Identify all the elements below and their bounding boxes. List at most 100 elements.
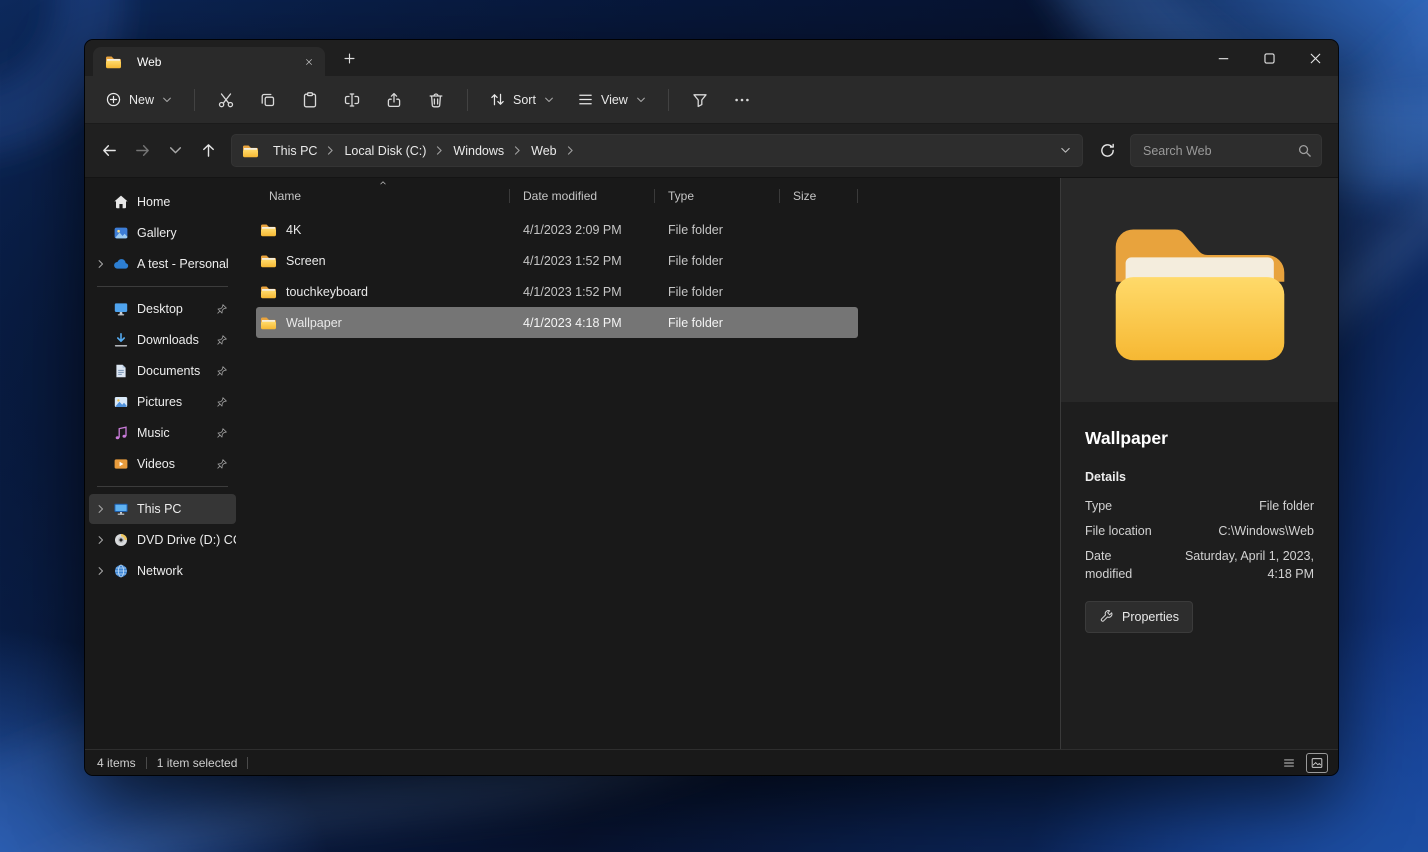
folder-icon: [260, 223, 277, 237]
folder-icon: [260, 316, 277, 330]
detail-field-date-modified: Date modified Saturday, April 1, 2023, 4…: [1085, 547, 1314, 583]
sidebar-item-desktop[interactable]: Desktop: [89, 294, 236, 324]
new-button-label: New: [129, 93, 154, 107]
breadcrumb-windows[interactable]: Windows: [446, 141, 511, 161]
arrow-up-icon: [200, 142, 217, 159]
recent-locations-button[interactable]: [159, 134, 192, 167]
column-header-size[interactable]: Size: [780, 183, 858, 209]
file-row-screen[interactable]: Screen 4/1/2023 1:52 PM File folder: [256, 245, 858, 276]
address-dropdown-button[interactable]: [1052, 138, 1078, 164]
file-row-4k[interactable]: 4K 4/1/2023 2:09 PM File folder: [256, 214, 858, 245]
maximize-icon: [1261, 50, 1278, 67]
sort-ascending-icon: [377, 179, 389, 187]
refresh-button[interactable]: [1091, 134, 1124, 167]
sidebar-item-home[interactable]: Home: [89, 187, 236, 217]
pin-icon: [216, 396, 228, 408]
up-button[interactable]: [192, 134, 225, 167]
filter-button[interactable]: [680, 83, 720, 117]
scissors-icon: [217, 91, 235, 109]
breadcrumb-local-disk-c[interactable]: Local Disk (C:): [337, 141, 433, 161]
details-heading: Details: [1085, 470, 1314, 484]
status-bar: 4 items 1 item selected: [85, 749, 1338, 775]
pin-icon: [216, 427, 228, 439]
maximize-button[interactable]: [1246, 40, 1292, 76]
cut-button[interactable]: [206, 83, 246, 117]
new-item-icon: [105, 91, 122, 108]
share-button[interactable]: [374, 83, 414, 117]
content-area: Home Gallery A test - Personal Desktop: [85, 178, 1338, 749]
sidebar-item-pictures[interactable]: Pictures: [89, 387, 236, 417]
command-bar: New Sort View: [85, 76, 1338, 124]
sidebar-item-dvd-drive[interactable]: DVD Drive (D:) CCC: [89, 525, 236, 555]
copy-icon: [259, 91, 277, 109]
chevron-right-icon: [433, 144, 446, 157]
filter-icon: [691, 91, 709, 109]
details-view-toggle[interactable]: [1278, 753, 1300, 773]
close-icon: [304, 57, 314, 67]
file-row-touchkeyboard[interactable]: touchkeyboard 4/1/2023 1:52 PM File fold…: [256, 276, 858, 307]
detail-field-type: Type File folder: [1085, 497, 1314, 515]
details-fields: Type File folder File location C:\Window…: [1085, 497, 1314, 584]
chevron-right-icon: [95, 565, 107, 577]
tab-close-button[interactable]: [299, 52, 319, 72]
rename-button[interactable]: [332, 83, 372, 117]
new-tab-button[interactable]: [335, 44, 363, 72]
sidebar-item-gallery[interactable]: Gallery: [89, 218, 236, 248]
sort-icon: [489, 91, 506, 108]
window-controls: [1200, 40, 1338, 76]
address-bar[interactable]: This PC Local Disk (C:) Windows Web: [231, 134, 1083, 167]
properties-button[interactable]: Properties: [1085, 601, 1193, 633]
sidebar-divider: [97, 286, 228, 287]
column-header-name[interactable]: Name: [256, 183, 510, 209]
sidebar-item-network[interactable]: Network: [89, 556, 236, 586]
sidebar-item-a-test-personal[interactable]: A test - Personal: [89, 249, 236, 279]
titlebar[interactable]: Web: [85, 40, 1338, 76]
sidebar-item-music[interactable]: Music: [89, 418, 236, 448]
column-header-date-modified[interactable]: Date modified: [510, 183, 655, 209]
this-pc-icon: [113, 501, 129, 517]
details-pane: Wallpaper Details Type File folder File …: [1060, 178, 1338, 749]
file-row-wallpaper[interactable]: Wallpaper 4/1/2023 4:18 PM File folder: [256, 307, 858, 338]
column-header-type[interactable]: Type: [655, 183, 780, 209]
search-input[interactable]: [1143, 144, 1297, 158]
gallery-icon: [113, 225, 129, 241]
trash-icon: [427, 91, 445, 109]
tab-web[interactable]: Web: [93, 47, 325, 76]
pin-icon: [216, 365, 228, 377]
chevron-down-icon: [1059, 144, 1072, 157]
icons-view-toggle[interactable]: [1306, 753, 1328, 773]
music-icon: [113, 425, 129, 441]
onedrive-icon: [113, 256, 129, 272]
downloads-icon: [113, 332, 129, 348]
copy-button[interactable]: [248, 83, 288, 117]
file-list: Name Date modified Type Size 4K 4/1/2023…: [240, 178, 1060, 749]
sidebar-item-this-pc[interactable]: This PC: [89, 494, 236, 524]
sort-button[interactable]: Sort: [479, 83, 565, 117]
back-button[interactable]: [93, 134, 126, 167]
sidebar-divider: [97, 486, 228, 487]
items-count: 4 items: [97, 756, 136, 770]
breadcrumb-web[interactable]: Web: [524, 141, 563, 161]
chevron-right-icon: [95, 503, 107, 515]
pictures-icon: [113, 394, 129, 410]
thumbnail-view-icon: [1310, 756, 1324, 770]
delete-button[interactable]: [416, 83, 456, 117]
view-button-label: View: [601, 93, 628, 107]
chevron-right-icon: [95, 534, 107, 546]
sidebar-item-documents[interactable]: Documents: [89, 356, 236, 386]
refresh-icon: [1099, 142, 1116, 159]
home-icon: [113, 194, 129, 210]
sidebar-item-videos[interactable]: Videos: [89, 449, 236, 479]
view-icon: [577, 91, 594, 108]
more-options-button[interactable]: [722, 83, 762, 117]
sidebar-item-downloads[interactable]: Downloads: [89, 325, 236, 355]
paste-button[interactable]: [290, 83, 330, 117]
search-icon: [1297, 143, 1312, 158]
minimize-button[interactable]: [1200, 40, 1246, 76]
view-button[interactable]: View: [567, 83, 657, 117]
new-button[interactable]: New: [95, 83, 183, 117]
close-button[interactable]: [1292, 40, 1338, 76]
chevron-down-icon: [543, 94, 555, 106]
forward-button[interactable]: [126, 134, 159, 167]
breadcrumb-this-pc[interactable]: This PC: [266, 141, 324, 161]
